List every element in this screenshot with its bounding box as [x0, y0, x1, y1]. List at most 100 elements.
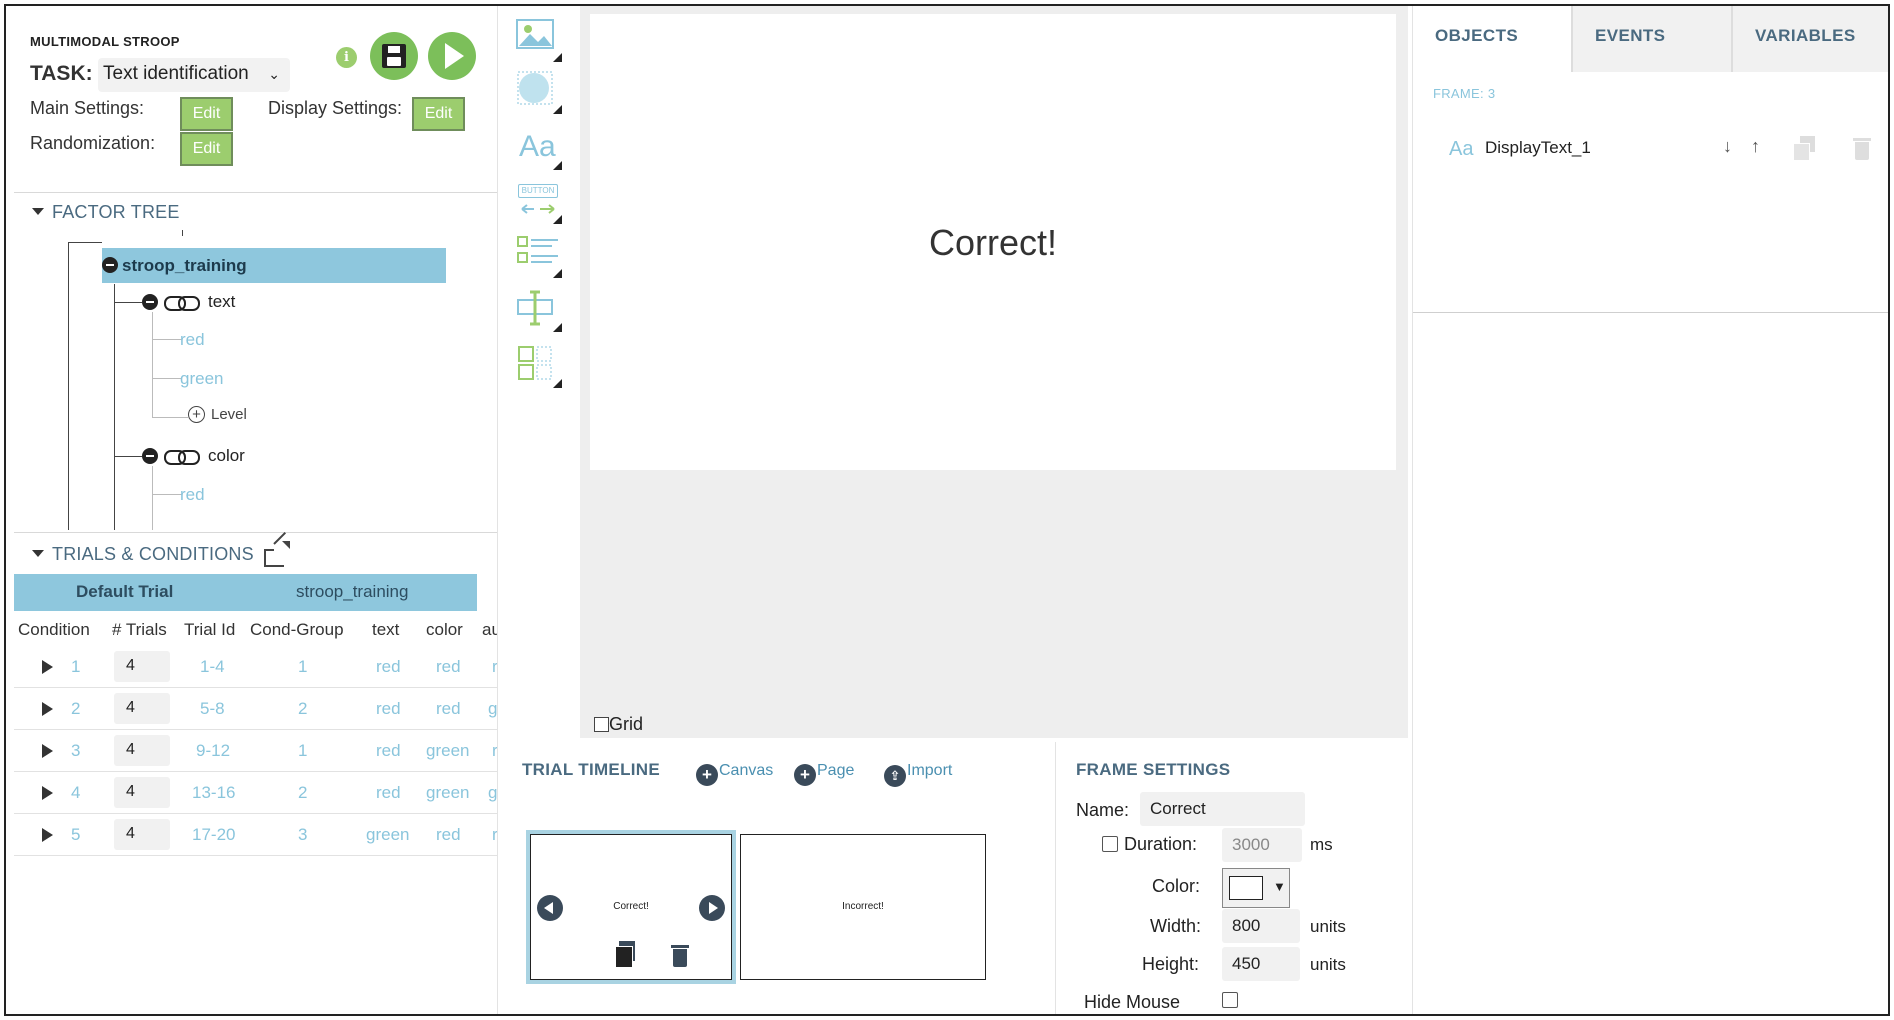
frame-thumbnail-correct[interactable]: Correct! [526, 830, 736, 984]
frame-canvas[interactable]: Correct! [590, 14, 1396, 470]
table-row[interactable]: 3 4 9-12 1 red green r [14, 730, 497, 772]
trials-count-input[interactable]: 4 [114, 735, 170, 766]
table-row[interactable]: 2 4 5-8 2 red red gr [14, 688, 497, 730]
cell-condition: 5 [71, 825, 81, 844]
collapse-icon[interactable] [142, 294, 158, 310]
move-frame-right-icon[interactable] [699, 895, 725, 921]
cell-cond-group: 1 [298, 741, 308, 760]
delete-frame-icon[interactable] [671, 943, 689, 967]
move-up-icon[interactable]: ↑ [1751, 136, 1760, 157]
column-header-text[interactable]: text [372, 620, 399, 640]
column-header-trial-id[interactable]: Trial Id [184, 620, 235, 640]
trials-count-input[interactable]: 4 [114, 777, 170, 808]
play-row-icon[interactable] [42, 786, 53, 800]
frame-name-input[interactable]: Correct [1140, 792, 1305, 826]
move-frame-left-icon[interactable] [537, 895, 563, 921]
table-row[interactable]: 4 4 13-16 2 red green gr [14, 772, 498, 814]
cell-color: red [436, 699, 461, 718]
plus-circle-icon: + [794, 764, 816, 786]
canvas-area: Correct! [580, 6, 1408, 738]
factor-color[interactable]: color [208, 446, 245, 466]
collapse-icon[interactable] [142, 448, 158, 464]
floppy-disk-icon [382, 44, 406, 68]
tree-node-stroop-training[interactable]: stroop_training [102, 248, 446, 283]
column-header-cond-group[interactable]: Cond-Group [250, 620, 344, 640]
cell-condition: 1 [71, 657, 81, 676]
level-red[interactable]: red [180, 485, 205, 505]
add-page-button[interactable]: + Page [794, 762, 854, 786]
display-settings-edit-button[interactable]: Edit [412, 97, 465, 131]
randomization-edit-button[interactable]: Edit [180, 132, 233, 166]
tab-variables[interactable]: VARIABLES [1733, 6, 1888, 72]
display-text-object[interactable]: Correct! [590, 222, 1396, 264]
level-red[interactable]: red [180, 330, 205, 350]
task-select[interactable]: Text identification ⌄ [98, 58, 290, 92]
trials-count-input[interactable]: 4 [114, 819, 170, 850]
external-link-icon[interactable] [264, 531, 290, 567]
play-row-icon[interactable] [42, 702, 53, 716]
move-down-icon[interactable]: ↓ [1723, 136, 1732, 157]
grid-label: Grid [609, 714, 644, 734]
hide-mouse-checkbox[interactable] [1222, 992, 1238, 1008]
play-row-icon[interactable] [42, 660, 53, 674]
tab-objects[interactable]: OBJECTS [1413, 6, 1571, 72]
import-button[interactable]: ⇪ Import [884, 762, 952, 787]
cell-cond-group: 3 [298, 825, 308, 844]
duration-checkbox[interactable] [1102, 836, 1118, 852]
level-green[interactable]: green [180, 369, 223, 389]
cell-text: red [376, 741, 401, 760]
frame-thumbnail-incorrect[interactable]: Incorrect! [740, 834, 986, 980]
copy-frame-icon[interactable] [615, 941, 637, 968]
table-row[interactable]: 5 4 17-20 3 green red r [14, 814, 498, 856]
cell-trial-id: 9-12 [196, 741, 231, 760]
cell-color: green [426, 783, 470, 802]
input-tool-icon[interactable] [516, 288, 562, 332]
list-tool-icon[interactable] [516, 234, 562, 278]
collapse-icon[interactable] [102, 257, 118, 273]
trials-count-input[interactable]: 4 [114, 693, 170, 724]
tree-line [114, 302, 142, 303]
play-row-icon[interactable] [42, 744, 53, 758]
cell-trial-id: 5-8 [200, 699, 225, 718]
tree-line [152, 494, 182, 495]
section-divider [14, 532, 497, 533]
height-input[interactable]: 450 [1222, 947, 1300, 981]
delete-object-icon[interactable] [1853, 136, 1871, 160]
trials-conditions-title: TRIALS & CONDITIONS [52, 544, 254, 564]
info-icon[interactable]: i [336, 47, 357, 68]
shape-tool-icon[interactable] [516, 70, 562, 114]
main-settings-edit-button[interactable]: Edit [180, 97, 233, 131]
duration-input[interactable]: 3000 [1222, 828, 1302, 862]
cell-cond-group: 2 [298, 783, 308, 802]
column-header-color[interactable]: color [426, 620, 463, 640]
trials-conditions-header[interactable]: TRIALS & CONDITIONS [32, 544, 254, 565]
trials-count-input[interactable]: 4 [114, 651, 170, 682]
cell-extra: r [492, 825, 498, 844]
grid-checkbox[interactable] [594, 717, 609, 732]
width-input[interactable]: 800 [1222, 909, 1300, 943]
run-button[interactable] [428, 32, 476, 80]
grid-toggle[interactable]: Grid [594, 714, 643, 735]
tab-events[interactable]: EVENTS [1573, 6, 1731, 72]
column-header-condition[interactable]: Condition [18, 620, 90, 640]
factor-text[interactable]: text [208, 292, 235, 312]
factor-tree-header[interactable]: FACTOR TREE [32, 202, 180, 223]
color-picker[interactable]: ▼ [1222, 868, 1290, 908]
play-row-icon[interactable] [42, 828, 53, 842]
text-tool-icon[interactable]: Aa [516, 126, 562, 170]
tree-line [114, 456, 142, 457]
object-row-displaytext[interactable]: Aa DisplayText_1 ↓ ↑ [1449, 134, 1871, 166]
button-tool-icon[interactable]: BUTTON [516, 180, 562, 224]
column-header-extra[interactable]: au [482, 620, 497, 640]
grid-tool-icon[interactable] [516, 344, 562, 388]
duplicate-object-icon[interactable] [1793, 136, 1817, 161]
table-row[interactable]: 1 4 1-4 1 red red r [14, 646, 497, 688]
cell-cond-group: 2 [298, 699, 308, 718]
column-header-trials[interactable]: # Trials [112, 620, 167, 640]
tree-line [68, 242, 102, 243]
image-tool-icon[interactable] [516, 18, 562, 62]
save-button[interactable] [370, 32, 418, 80]
add-canvas-button[interactable]: + Canvas [696, 762, 773, 786]
add-level-button[interactable]: + Level [188, 406, 247, 423]
cell-extra: gr [488, 783, 498, 802]
